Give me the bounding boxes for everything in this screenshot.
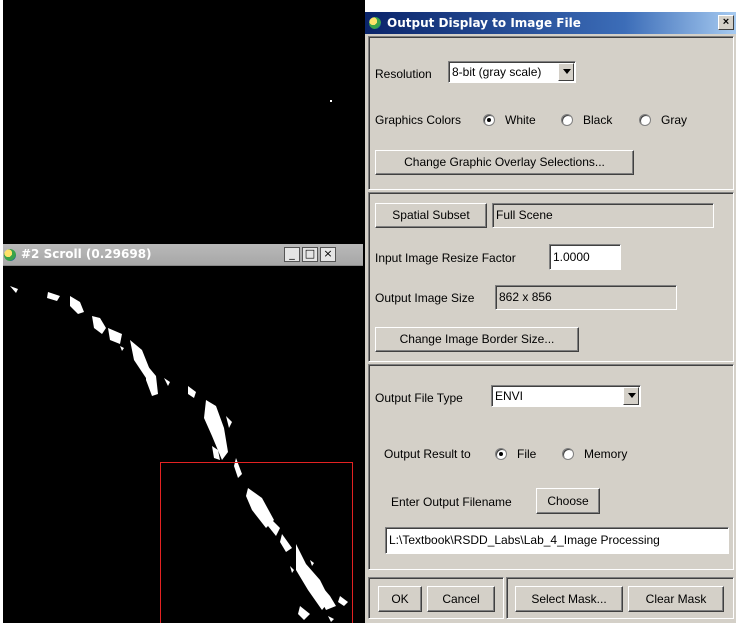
file-type-label: Output File Type	[375, 391, 463, 405]
ok-cancel-panel: OK Cancel	[368, 577, 504, 619]
envi-globe-icon	[4, 249, 16, 261]
file-type-value: ENVI	[495, 389, 524, 403]
choose-button[interactable]: Choose	[536, 488, 600, 514]
filename-label: Enter Output Filename	[391, 495, 512, 509]
radio-gray[interactable]	[639, 114, 651, 126]
graphics-colors-label: Graphics Colors	[375, 113, 462, 127]
ok-button[interactable]: OK	[378, 586, 422, 612]
dialog-titlebar[interactable]: Output Display to Image File ×	[365, 12, 736, 34]
mask-panel: Select Mask... Clear Mask	[506, 577, 734, 619]
image-display-top	[0, 0, 363, 244]
resolution-value: 8-bit (gray scale)	[452, 65, 542, 79]
radio-file-label[interactable]: File	[517, 447, 536, 461]
cancel-button[interactable]: Cancel	[427, 586, 495, 612]
radio-white[interactable]	[483, 114, 495, 126]
resolution-label: Resolution	[375, 67, 432, 81]
left-window-edge	[0, 0, 3, 623]
clear-mask-button[interactable]: Clear Mask	[628, 586, 724, 612]
resolution-panel: Resolution 8-bit (gray scale) Graphics C…	[368, 36, 734, 190]
dialog-title: Output Display to Image File	[387, 16, 581, 30]
output-result-label: Output Result to	[384, 447, 471, 461]
radio-white-label[interactable]: White	[505, 113, 536, 127]
dialog-close-button[interactable]: ×	[718, 15, 734, 30]
radio-memory[interactable]	[562, 448, 574, 460]
select-mask-button[interactable]: Select Mask...	[515, 586, 623, 612]
dialog-top-margin	[365, 0, 736, 12]
maximize-button[interactable]: □	[302, 247, 318, 262]
resize-factor-input[interactable]: 1.0000	[549, 244, 621, 270]
zoom-region-box[interactable]	[160, 462, 353, 623]
close-button[interactable]: ×	[320, 247, 336, 262]
scroll-window-titlebar[interactable]: #2 Scroll (0.29698) _ □ ×	[0, 244, 363, 266]
file-type-select[interactable]: ENVI	[491, 385, 641, 407]
radio-black-label[interactable]: Black	[583, 113, 612, 127]
filename-input[interactable]: L:\Textbook\RSDD_Labs\Lab_4_Image Proces…	[385, 527, 729, 554]
minimize-button[interactable]: _	[284, 247, 300, 262]
envi-globe-icon	[369, 17, 381, 29]
scroll-image-canvas[interactable]	[0, 266, 363, 623]
chevron-down-icon[interactable]	[623, 387, 639, 405]
spatial-subset-button[interactable]: Spatial Subset	[375, 203, 487, 228]
radio-memory-label[interactable]: Memory	[584, 447, 627, 461]
output-panel: Output File Type ENVI Output Result to F…	[368, 364, 734, 570]
output-size-label: Output Image Size	[375, 291, 475, 305]
image-speck	[330, 100, 332, 102]
change-border-button[interactable]: Change Image Border Size...	[375, 327, 579, 352]
spatial-subset-field: Full Scene	[492, 203, 714, 228]
resize-factor-label: Input Image Resize Factor	[375, 251, 516, 265]
output-size-field: 862 x 856	[495, 285, 677, 310]
scroll-window: #2 Scroll (0.29698) _ □ ×	[0, 244, 363, 623]
radio-gray-label[interactable]: Gray	[661, 113, 687, 127]
subset-panel: Spatial Subset Full Scene Input Image Re…	[368, 192, 734, 362]
scroll-window-title: #2 Scroll (0.29698)	[21, 247, 152, 261]
chevron-down-icon[interactable]	[558, 63, 574, 81]
change-overlay-button[interactable]: Change Graphic Overlay Selections...	[375, 150, 634, 175]
radio-black[interactable]	[561, 114, 573, 126]
output-display-dialog: Output Display to Image File × Resolutio…	[365, 0, 736, 623]
radio-file[interactable]	[495, 448, 507, 460]
resolution-select[interactable]: 8-bit (gray scale)	[448, 61, 576, 83]
